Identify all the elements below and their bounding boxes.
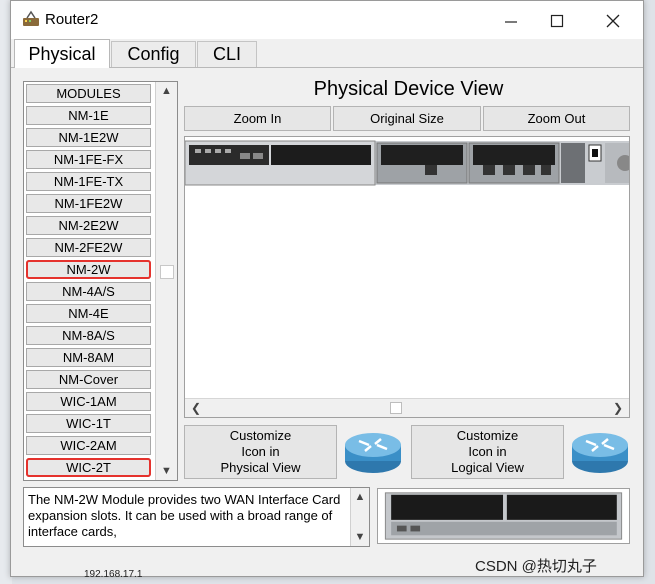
description-scrollbar[interactable]: ▲ ▼: [350, 488, 369, 546]
zoom-in-button[interactable]: Zoom In: [184, 106, 331, 131]
device-view-hscrollbar[interactable]: ❮ ❯: [185, 398, 629, 417]
scroll-up-icon[interactable]: ▲: [156, 82, 177, 100]
module-item[interactable]: NM-4A/S: [26, 282, 151, 301]
csdn-watermark: CSDN @热切丸子: [475, 558, 597, 575]
module-item[interactable]: NM-2FE2W: [26, 238, 151, 257]
module-item[interactable]: NM-1FE-TX: [26, 172, 151, 191]
module-description-text: The NM-2W Module provides two WAN Interf…: [28, 492, 341, 539]
scroll-left-icon[interactable]: ❮: [187, 399, 205, 417]
device-view-title: Physical Device View: [313, 78, 504, 100]
module-item[interactable]: NM-1E2W: [26, 128, 151, 147]
original-size-button[interactable]: Original Size: [333, 106, 481, 131]
module-preview-image: [377, 488, 630, 544]
module-item[interactable]: NM-2E2W: [26, 216, 151, 235]
hscroll-thumb[interactable]: [390, 402, 402, 414]
router-chassis-image: [185, 140, 629, 186]
router-icon-physical: [345, 433, 401, 473]
module-item[interactable]: WIC-2AM: [26, 436, 151, 455]
router-icon-logical: [572, 433, 628, 473]
desc-scroll-down-icon[interactable]: ▼: [351, 528, 369, 546]
background-ip-label: 192.168.17.1: [84, 569, 143, 580]
zoom-out-button[interactable]: Zoom Out: [483, 106, 630, 131]
module-item[interactable]: WIC-2T: [26, 458, 151, 477]
physical-device-view[interactable]: ❮ ❯: [184, 136, 630, 418]
modules-header: MODULES: [26, 84, 151, 103]
module-description: The NM-2W Module provides two WAN Interf…: [23, 487, 370, 547]
close-button[interactable]: [591, 7, 635, 35]
minimize-button[interactable]: [489, 7, 533, 35]
modules-panel: MODULES NM-1E NM-1E2W NM-1FE-FX NM-1FE-TX NM…: [23, 81, 178, 481]
module-item[interactable]: NM-8A/S: [26, 326, 151, 345]
customize-physical-button[interactable]: Customize Icon in Physical View: [184, 425, 337, 479]
minimize-icon: [505, 21, 517, 23]
router-app-icon: [23, 10, 39, 26]
title-bar: Router2: [11, 1, 643, 39]
window-title: Router2: [45, 11, 99, 28]
maximize-button[interactable]: [535, 7, 579, 35]
module-item[interactable]: NM-Cover: [26, 370, 151, 389]
scroll-right-icon[interactable]: ❯: [609, 399, 627, 417]
tab-physical[interactable]: Physical: [14, 39, 110, 68]
scroll-down-icon[interactable]: ▼: [156, 462, 177, 480]
customize-logical-button[interactable]: Customize Icon in Logical View: [411, 425, 564, 479]
modules-scrollbar[interactable]: ▲ ▼: [155, 82, 177, 480]
module-item[interactable]: NM-2W: [26, 260, 151, 279]
tab-config[interactable]: Config: [111, 41, 196, 67]
desc-scroll-up-icon[interactable]: ▲: [351, 488, 369, 506]
module-item[interactable]: NM-1FE-FX: [26, 150, 151, 169]
close-icon: [606, 14, 620, 28]
module-item[interactable]: WIC-1AM: [26, 392, 151, 411]
tab-cli[interactable]: CLI: [197, 41, 257, 67]
module-item[interactable]: NM-8AM: [26, 348, 151, 367]
module-item[interactable]: WIC-1T: [26, 414, 151, 433]
router-window: Router2 Physical Config CLI MODULES NM-1…: [10, 0, 644, 577]
scroll-thumb[interactable]: [160, 265, 174, 279]
module-item[interactable]: NM-4E: [26, 304, 151, 323]
maximize-icon: [550, 14, 564, 28]
module-item[interactable]: NM-1FE2W: [26, 194, 151, 213]
module-item[interactable]: NM-1E: [26, 106, 151, 125]
tab-bar: Physical Config CLI: [11, 39, 643, 68]
